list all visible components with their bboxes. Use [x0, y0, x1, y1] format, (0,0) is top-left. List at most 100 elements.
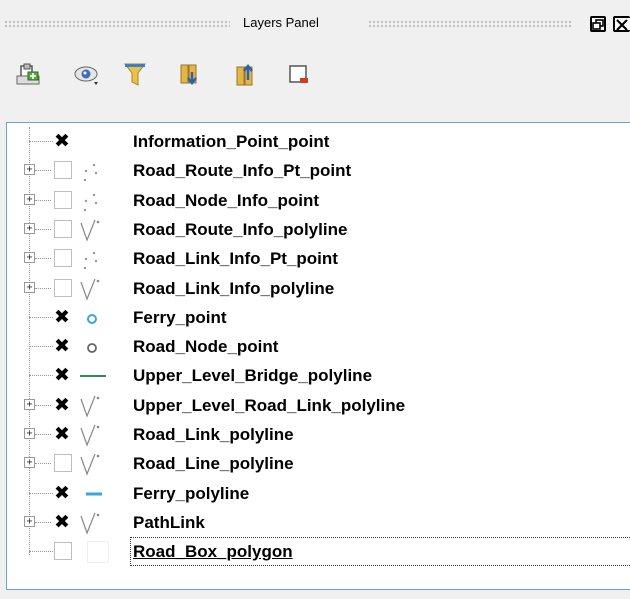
layer-label: Information_Point_point — [133, 132, 330, 151]
filter-button[interactable] — [119, 58, 151, 92]
expand-toggle-icon[interactable]: + — [24, 398, 35, 410]
point-scatter-symbol-icon — [80, 159, 104, 183]
layer-visibility-checkbox[interactable] — [54, 190, 72, 209]
expand-toggle-icon[interactable]: + — [24, 222, 35, 234]
tree-branch-line — [35, 404, 51, 406]
tree-branch-line — [35, 521, 51, 523]
layer-label: Road_Route_Info_Pt_point — [133, 161, 352, 181]
expand-toggle-icon[interactable]: + — [24, 252, 35, 264]
point-scatter-symbol-icon — [80, 247, 104, 271]
layer-visibility-checkbox[interactable] — [54, 249, 72, 268]
panel-titlebar[interactable]: Layers Panel — [0, 0, 630, 46]
layer-label: Upper_Level_Bridge_polyline — [133, 366, 373, 386]
expand-toggle-icon[interactable]: + — [24, 281, 35, 293]
layer-row[interactable]: + Road_Route_Info_Pt_point — [7, 156, 630, 185]
layer-row[interactable]: + ✖ Upper_Level_Road_Link_polyline — [7, 391, 630, 420]
layer-row[interactable]: + Road_Route_Info_polyline — [7, 215, 630, 244]
layer-row[interactable]: ✖ Ferry_point — [7, 303, 630, 332]
layer-label: Road_Link_Info_Pt_point — [133, 249, 338, 269]
layer-visibility-checkbox[interactable]: ✖ — [54, 335, 72, 357]
add-group-button[interactable] — [12, 58, 44, 92]
layer-row[interactable]: ✖ Upper_Level_Bridge_polyline — [7, 361, 630, 390]
layer-row[interactable]: + Road_Link_Info_Pt_point — [7, 244, 630, 273]
expand-all-button[interactable] — [175, 58, 207, 92]
layer-visibility-checkbox[interactable] — [54, 278, 72, 297]
expand-toggle-icon[interactable]: + — [24, 164, 35, 176]
close-panel-button[interactable] — [613, 16, 630, 32]
circle-gray-symbol-icon — [80, 335, 104, 359]
layer-label: Road_Route_Info_polyline — [133, 219, 348, 239]
tree-branch-line — [35, 258, 51, 260]
layer-visibility-checkbox[interactable]: ✖ — [54, 482, 72, 504]
close-icon — [616, 19, 628, 31]
layer-visibility-checkbox[interactable] — [54, 542, 72, 561]
layer-label: PathLink — [133, 512, 205, 532]
layer-row[interactable]: ✖ Information_Point_point — [7, 127, 630, 156]
line-categorized-symbol-icon — [80, 423, 104, 447]
layer-row[interactable]: + ✖ Road_Link_polyline — [7, 420, 630, 449]
layer-visibility-checkbox[interactable]: ✖ — [54, 130, 72, 152]
line-categorized-symbol-icon — [80, 452, 104, 477]
layer-row[interactable]: + Road_Link_Info_polyline — [7, 274, 630, 303]
remove-layer-button[interactable] — [283, 58, 315, 92]
tree-branch-line — [35, 170, 51, 172]
tree-branch-line — [35, 434, 51, 435]
line-green-symbol-icon — [80, 364, 106, 388]
tree-branch-line — [29, 375, 53, 377]
layer-label: Road_Link_Info_polyline — [133, 278, 335, 298]
drag-grip-left[interactable] — [4, 20, 230, 27]
layers-toolbar — [0, 48, 630, 108]
layer-visibility-checkbox[interactable] — [54, 161, 72, 180]
drag-grip-right[interactable] — [368, 20, 573, 27]
restore-icon — [592, 19, 604, 30]
filter-icon — [123, 63, 147, 86]
expand-toggle-icon[interactable]: + — [24, 193, 35, 205]
collapse-all-icon — [236, 63, 253, 86]
remove-layer-icon — [289, 65, 308, 83]
tree-branch-line — [29, 551, 53, 553]
tree-branch-line — [29, 141, 53, 142]
layer-row[interactable]: + ✖ PathLink — [7, 508, 630, 537]
tree-branch-line — [35, 463, 51, 465]
layer-row[interactable]: + Road_Line_polyline — [7, 449, 630, 478]
tree-branch-line — [35, 199, 51, 201]
expand-toggle-icon[interactable]: + — [24, 457, 35, 469]
layer-row[interactable]: ✖ Road_Node_point — [7, 332, 630, 361]
layer-visibility-checkbox[interactable]: ✖ — [54, 511, 72, 533]
layer-label: Road_Node_point — [133, 337, 279, 357]
tree-branch-line — [29, 492, 53, 494]
float-panel-button[interactable] — [590, 16, 606, 32]
tree-branch-line — [29, 346, 53, 348]
layer-visibility-checkbox[interactable] — [54, 219, 72, 238]
layer-label: Road_Box_polygon — [133, 542, 293, 562]
collapse-all-button[interactable] — [231, 58, 263, 92]
circle-blue-symbol-icon — [80, 306, 104, 330]
tree-branch-line — [35, 287, 51, 289]
layer-visibility-checkbox[interactable]: ✖ — [54, 423, 72, 445]
layers-tree[interactable]: ✖ Information_Point_point + Road_Route_Info… — [6, 122, 630, 590]
tree-branch-line — [35, 228, 51, 230]
layer-label: Road_Link_polyline — [133, 425, 294, 444]
expand-all-icon — [180, 64, 197, 86]
tree-branch-line — [29, 316, 53, 318]
polygon-symbol-icon — [87, 541, 109, 564]
layer-row[interactable]: Road_Box_polygon — [7, 537, 630, 567]
expand-toggle-icon[interactable]: + — [24, 515, 35, 527]
layer-visibility-checkbox[interactable] — [54, 454, 72, 473]
visibility-icon — [74, 66, 98, 85]
line-categorized-symbol-icon — [80, 511, 104, 535]
point-scatter-symbol-icon — [80, 189, 104, 213]
layer-visibility-checkbox[interactable]: ✖ — [54, 364, 72, 386]
layer-visibility-checkbox[interactable]: ✖ — [54, 306, 72, 328]
layer-label: Upper_Level_Road_Link_polyline — [133, 395, 406, 415]
layer-label: Road_Node_Info_point — [133, 190, 320, 210]
line-categorized-symbol-icon — [80, 218, 104, 242]
layer-visibility-checkbox[interactable]: ✖ — [54, 394, 72, 416]
layer-label: Ferry_point — [133, 307, 227, 327]
layer-row[interactable]: ✖ Ferry_polyline — [7, 479, 630, 508]
visibility-button[interactable] — [72, 58, 104, 92]
layer-row[interactable]: + Road_Node_Info_point — [7, 186, 630, 215]
expand-toggle-icon[interactable]: + — [24, 428, 35, 439]
layer-label: Ferry_polyline — [133, 483, 250, 503]
panel-title: Layers Panel — [243, 15, 319, 30]
